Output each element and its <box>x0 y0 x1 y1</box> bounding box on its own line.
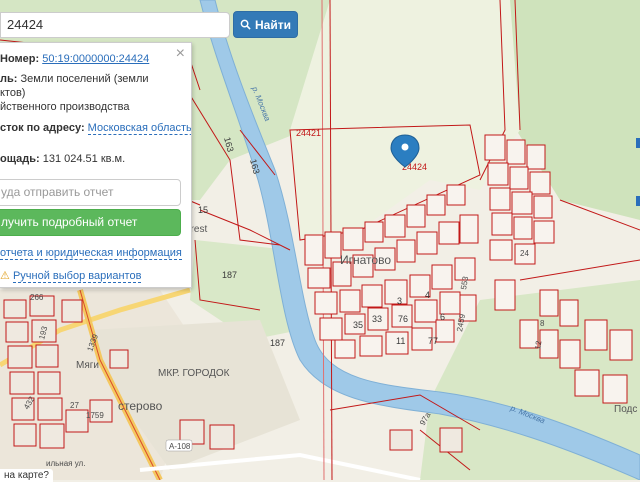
place-label-sterovo: стерово <box>118 399 163 413</box>
parcel-number: 8 <box>540 319 545 328</box>
parcel-number: 3 <box>397 296 402 306</box>
place-label-east: Подс <box>614 404 637 415</box>
parcel-number: 4 <box>425 290 430 300</box>
use-text-1: Земли поселений (земли <box>20 73 149 85</box>
warning-icon: ⚠ <box>0 270 10 282</box>
parcel-number: 15 <box>198 205 208 215</box>
map-question-link[interactable]: на карте? <box>0 469 53 482</box>
close-icon[interactable]: × <box>176 45 185 63</box>
manual-choice-link[interactable]: Ручной выбор вариантов <box>12 270 142 283</box>
parcel-info-panel: × Номер: 50:19:0000000:24424 ль: Земли п… <box>0 42 192 288</box>
search-button-label: Найти <box>255 17 291 32</box>
side-control-marker[interactable] <box>636 196 640 206</box>
side-control-marker[interactable] <box>636 138 640 148</box>
street-label: ильная ул. <box>46 459 85 468</box>
place-label-magi: Мяги <box>76 360 99 371</box>
parcel-number: 33 <box>372 314 382 324</box>
use-text-2: ктов) <box>0 87 26 99</box>
legal-info-link[interactable]: отчета и юридическая информация <box>0 247 182 260</box>
address-link[interactable]: Московская область, р- <box>87 122 191 135</box>
parcel-number: 77 <box>428 336 438 346</box>
number-label: Номер: <box>0 53 40 65</box>
search-input[interactable]: 24424 <box>0 12 230 38</box>
road-label: А-108 <box>169 442 191 451</box>
parcel-number: 35 <box>353 320 363 330</box>
address-label: сток по адресу: <box>0 122 85 134</box>
search-button[interactable]: Найти <box>233 11 298 38</box>
detailed-report-button[interactable]: лучить подробный отчет <box>0 209 181 236</box>
place-label-ignatovo: Игнатово <box>340 253 391 267</box>
parcel-number: 11 <box>396 336 405 346</box>
district-label-gorodok: МКР. ГОРОДОК <box>158 368 230 379</box>
use-text-3: йственного производства <box>0 101 130 113</box>
neighbor-parcel-label: 24421 <box>296 128 321 138</box>
use-label: ль: <box>0 73 18 85</box>
parcel-number: 187 <box>222 270 237 280</box>
area-label: ощадь: <box>0 153 40 165</box>
email-input[interactable]: уда отправить отчет <box>0 179 181 206</box>
search-icon <box>240 19 251 30</box>
parcel-number: 266 <box>30 293 44 302</box>
parcel-number: 6 <box>440 312 445 322</box>
parcel-number: 24 <box>520 249 529 258</box>
parcel-number: 187 <box>270 338 285 348</box>
parcel-number: 76 <box>398 314 408 324</box>
cadastral-number-link[interactable]: 50:19:0000000:24424 <box>42 53 149 65</box>
parcel-number: 1759 <box>86 411 104 420</box>
area-value: 131 024.51 кв.м. <box>42 153 126 165</box>
parcel-number: 27 <box>70 401 79 410</box>
